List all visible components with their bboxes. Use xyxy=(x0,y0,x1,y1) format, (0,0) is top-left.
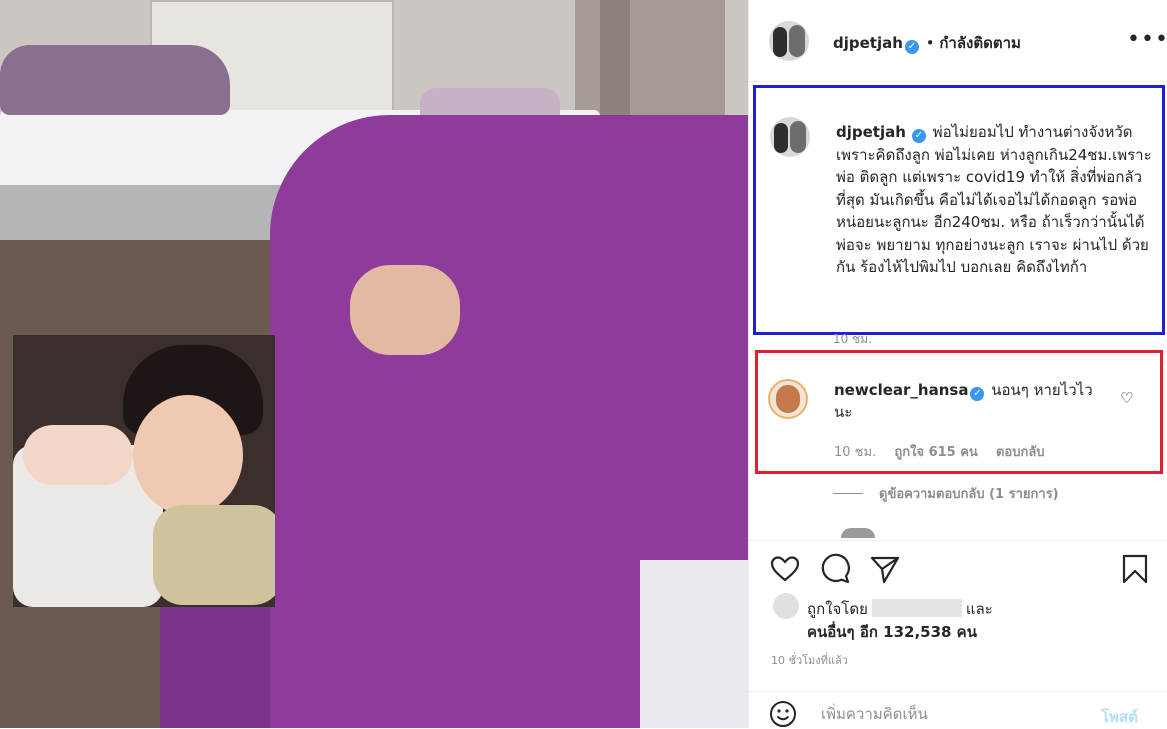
caption-username[interactable]: djpetjah xyxy=(836,123,906,141)
caption-time: 10 ชม. xyxy=(833,332,872,346)
post-actions: ถูกใจโดย และ คนอื่นๆ อีก 132,538 คน 10 ชั… xyxy=(749,540,1167,728)
post-comment-button[interactable]: โพสต์ xyxy=(1101,705,1138,729)
author-avatar[interactable] xyxy=(769,21,809,61)
likes-count[interactable]: คนอื่นๆ อีก 132,538 คน xyxy=(807,620,977,644)
caption-text: พ่อไม่ยอมไป ทำงานต่างจังหวัด เพราะคิดถึง… xyxy=(836,123,1152,276)
liker-avatar[interactable] xyxy=(773,593,799,619)
photo-feet xyxy=(350,265,460,355)
commenter-avatar[interactable] xyxy=(768,379,808,419)
comment-reply-button[interactable]: ตอบกลับ xyxy=(996,445,1045,460)
inset-mask xyxy=(153,505,275,605)
post-photo[interactable] xyxy=(0,0,748,728)
comment-highlight-box: newclear_hansa ✓ นอนๆ หายไวไวนะ ♡ 10 ชม. … xyxy=(755,350,1163,474)
caption-author-avatar[interactable] xyxy=(770,117,810,157)
post-side-panel: djpetjah ✓ • กำลังติดตาม ••• djpetjah ✓ พ่… xyxy=(748,0,1167,728)
follow-status-button[interactable]: กำลังติดตาม xyxy=(939,34,1021,52)
emoji-icon[interactable] xyxy=(769,700,797,728)
next-comment-avatar xyxy=(841,528,875,538)
replies-line xyxy=(833,493,863,494)
caption-highlight-box: djpetjah ✓ พ่อไม่ยอมไป ทำงานต่างจังหวัด เ… xyxy=(753,85,1165,335)
photo-sheet xyxy=(640,560,748,728)
paper-plane-icon[interactable] xyxy=(869,553,901,585)
more-options-icon[interactable]: ••• xyxy=(1127,29,1167,51)
photo-blanket xyxy=(0,45,230,115)
verified-badge-icon: ✓ xyxy=(904,40,919,54)
comment-likes[interactable]: ถูกใจ 615 คน xyxy=(894,445,977,460)
header-user-line: djpetjah ✓ • กำลังติดตาม xyxy=(833,31,1021,55)
comment-like-heart-icon[interactable]: ♡ xyxy=(1120,389,1133,407)
inset-face xyxy=(133,395,243,515)
caption: djpetjah ✓ พ่อไม่ยอมไป ทำงานต่างจังหวัด เ… xyxy=(836,121,1156,279)
comment-username[interactable]: newclear_hansa xyxy=(834,381,968,399)
photo-inset-child xyxy=(13,335,275,607)
inset-arm xyxy=(23,425,133,485)
header-username[interactable]: djpetjah xyxy=(833,34,903,52)
liked-by-prefix: ถูกใจโดย xyxy=(807,600,868,618)
verified-badge-icon: ✓ xyxy=(911,129,926,143)
heart-icon[interactable] xyxy=(769,553,801,585)
bookmark-icon[interactable] xyxy=(1119,553,1151,585)
comment-icon[interactable] xyxy=(819,553,851,585)
liked-by-and: และ xyxy=(965,600,993,618)
comment-meta: 10 ชม. ถูกใจ 615 คน ตอบกลับ xyxy=(834,441,1059,462)
view-replies-label: ดูข้อความตอบกลับ (1 รายการ) xyxy=(879,487,1059,502)
view-replies-button[interactable]: ดูข้อความตอบกลับ (1 รายการ) xyxy=(833,483,1059,504)
verified-badge-icon: ✓ xyxy=(970,387,985,401)
post-timestamp[interactable]: 10 ชั่วโมงที่แล้ว xyxy=(771,651,848,669)
liked-by-line: ถูกใจโดย และ xyxy=(807,597,993,621)
liker-name-blurred[interactable] xyxy=(871,599,962,617)
add-comment-bar: โพสต์ xyxy=(749,691,1167,729)
comment-input[interactable] xyxy=(819,700,1083,728)
post-header: djpetjah ✓ • กำลังติดตาม ••• xyxy=(749,0,1167,82)
header-separator: • xyxy=(925,34,935,52)
comment: newclear_hansa ✓ นอนๆ หายไวไวนะ xyxy=(834,379,1104,423)
comment-time: 10 ชม. xyxy=(834,445,877,460)
